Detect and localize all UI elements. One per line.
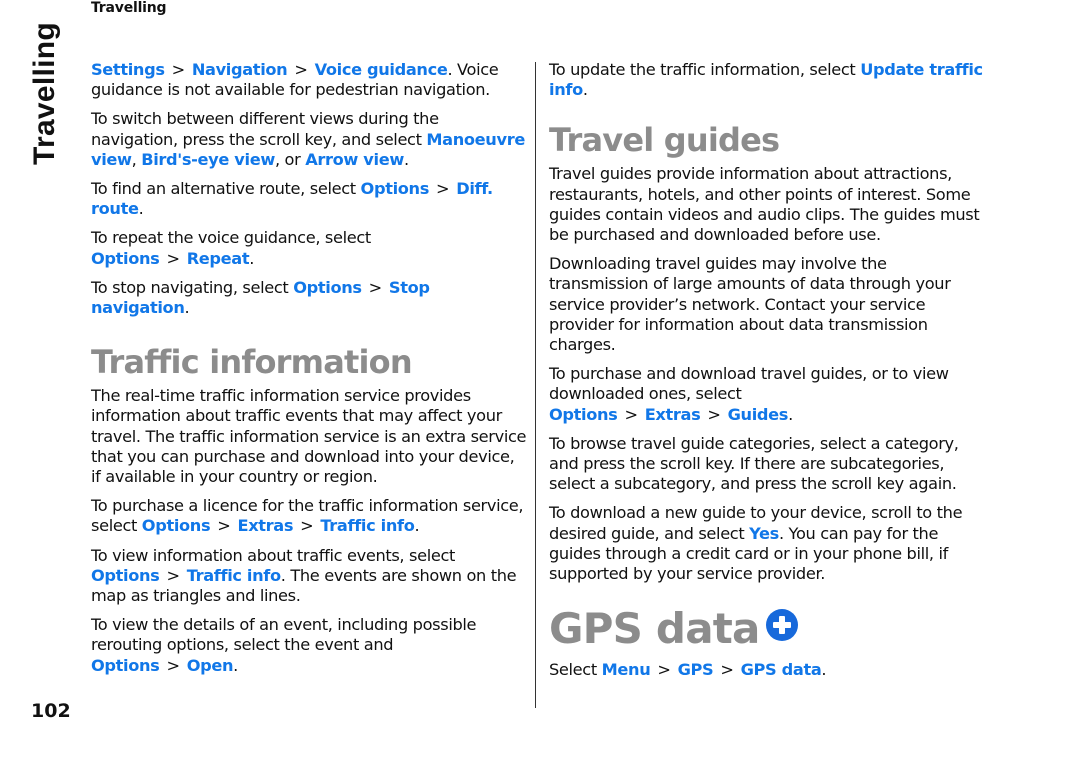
paragraph-repeat: To repeat the voice guidance, select Opt…: [91, 228, 527, 268]
separator: >: [436, 179, 450, 199]
paragraph-voice-guidance: Settings > Navigation > Voice guidance. Voic…: [91, 60, 527, 100]
text: , or: [274, 149, 306, 169]
separator: >: [368, 277, 383, 297]
paragraph-update-traffic: To update the traffic information, selec…: [549, 60, 985, 100]
separator: >: [166, 248, 180, 268]
column-divider: [535, 62, 536, 708]
text: .: [582, 80, 588, 100]
paragraph-switch-views: To switch between different views during…: [91, 109, 527, 170]
link-menu[interactable]: Menu: [602, 660, 651, 679]
link-settings[interactable]: Settings: [91, 60, 165, 79]
heading-gps-data-text: GPS data: [549, 604, 760, 654]
paragraph-guides-intro: Travel guides provide information about …: [549, 164, 980, 245]
separator: >: [166, 655, 180, 675]
text: To view information about traffic events…: [91, 545, 456, 565]
link-options[interactable]: Options: [142, 516, 211, 535]
separator: >: [171, 60, 186, 79]
link-extras[interactable]: Extras: [237, 516, 293, 535]
link-options[interactable]: Options: [91, 566, 160, 585]
link-navigation[interactable]: Navigation: [192, 60, 288, 79]
text: .: [249, 248, 255, 268]
text: .: [138, 199, 144, 219]
link-repeat[interactable]: Repeat: [187, 249, 250, 268]
paragraph-purchase-guides: To purchase and download travel guides, …: [549, 364, 985, 425]
heading-gps-data: GPS data: [549, 606, 985, 652]
separator: >: [166, 565, 180, 585]
text: .: [414, 516, 420, 536]
link-options[interactable]: Options: [549, 405, 618, 424]
link-open[interactable]: Open: [187, 656, 234, 675]
separator: >: [294, 60, 308, 79]
paragraph-traffic-intro: The real-time traffic information servic…: [91, 386, 527, 487]
text: To purchase and download travel guides, …: [549, 364, 949, 404]
running-head: Travelling: [91, 0, 167, 16]
separator: >: [720, 660, 734, 680]
link-traffic-info[interactable]: Traffic info: [320, 516, 414, 535]
link-voice-guidance[interactable]: Voice guidance: [315, 60, 448, 79]
plus-circle-icon: [765, 609, 798, 642]
link-traffic-info[interactable]: Traffic info: [187, 566, 281, 585]
text: .: [233, 655, 238, 675]
text: Select: [549, 660, 602, 680]
paragraph-purchase-licence: To purchase a licence for the traffic in…: [91, 496, 527, 536]
text: ,: [131, 149, 142, 169]
link-guides[interactable]: Guides: [728, 405, 789, 424]
link-options[interactable]: Options: [361, 179, 430, 198]
text: To find an alternative route, select: [91, 179, 361, 199]
paragraph-guides-data-charges: Downloading travel guides may involve th…: [549, 254, 951, 355]
text: To stop navigating, select: [91, 277, 294, 297]
separator: >: [657, 660, 671, 680]
link-gps-data[interactable]: GPS data: [741, 660, 822, 679]
separator: >: [300, 516, 314, 536]
paragraph-view-traffic-events: To view information about traffic events…: [91, 546, 527, 607]
link-birds-eye-view[interactable]: Bird's-eye view: [141, 150, 275, 169]
text: To view the details of an event, includi…: [91, 615, 477, 655]
right-column: To update the traffic information, selec…: [549, 60, 985, 689]
separator: >: [217, 516, 231, 536]
section-side-tab: Travelling: [28, 21, 61, 165]
paragraph-alt-route: To find an alternative route, select Opt…: [91, 179, 527, 219]
separator: >: [707, 404, 721, 424]
link-options[interactable]: Options: [293, 278, 362, 297]
text: .: [403, 149, 409, 169]
text: To switch between different views during…: [91, 109, 439, 149]
separator: >: [624, 404, 638, 424]
text: To update the traffic information, selec…: [549, 60, 861, 79]
paragraph-gps-data-path: Select Menu > GPS > GPS data.: [549, 660, 985, 680]
text: .: [821, 660, 827, 680]
paragraph-browse-categories: To browse travel guide categories, selec…: [549, 433, 959, 494]
paragraph-stop-navigation: To stop navigating, select Options > Stop …: [91, 278, 527, 318]
paragraph-event-details: To view the details of an event, includi…: [91, 615, 527, 676]
paragraph-download-guide: To download a new guide to your device, …: [549, 503, 985, 584]
link-arrow-view[interactable]: Arrow view: [305, 150, 404, 169]
heading-traffic-information: Traffic information: [91, 343, 413, 382]
link-extras[interactable]: Extras: [645, 405, 701, 424]
left-column: Settings > Navigation > Voice guidance. Voic…: [91, 60, 527, 685]
link-options[interactable]: Options: [91, 656, 160, 675]
text: .: [184, 298, 190, 318]
page-number: 102: [31, 700, 71, 722]
link-gps[interactable]: GPS: [678, 660, 714, 679]
link-yes[interactable]: Yes: [749, 524, 779, 543]
text: .: [788, 404, 793, 424]
text: To repeat the voice guidance, select: [91, 228, 371, 248]
link-options[interactable]: Options: [91, 249, 160, 268]
heading-travel-guides: Travel guides: [549, 121, 780, 160]
